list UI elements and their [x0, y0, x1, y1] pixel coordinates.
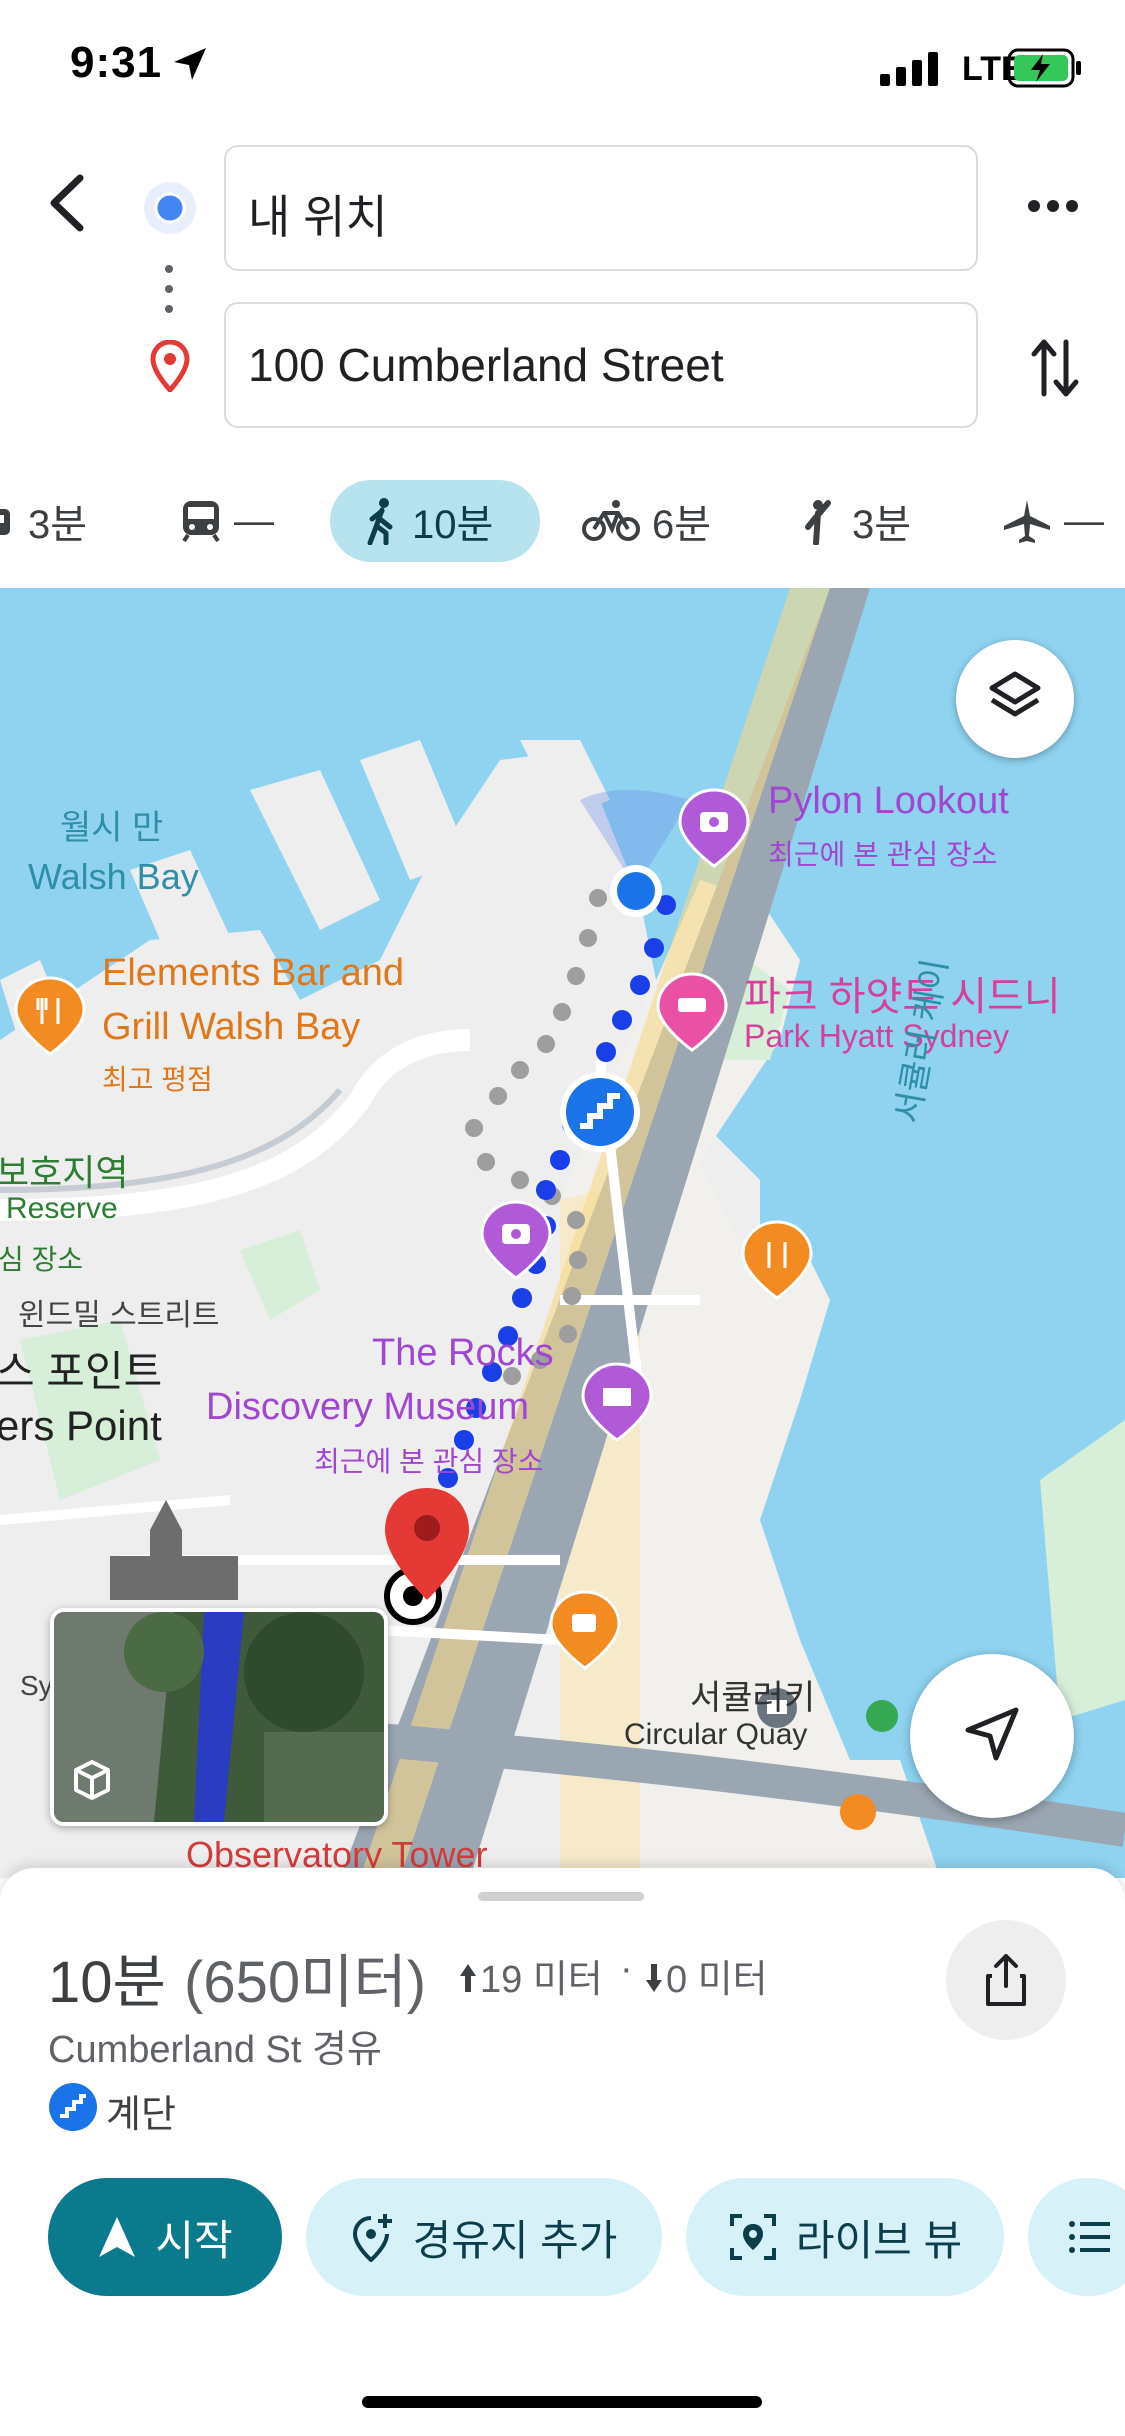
bike-icon: [582, 500, 640, 541]
ascent-arrow-icon: [460, 1964, 476, 1992]
destination-text: 100 Cumberland Street: [248, 339, 724, 391]
map-label-rocks-2: Discovery Museum: [206, 1386, 530, 1428]
map-label-park-hyatt-en: Park Hyatt Sydney: [744, 1018, 1009, 1054]
route-via: Cumberland St 경유: [48, 2029, 382, 2071]
map-label-pylon-sub: 최근에 본 관심 장소: [768, 839, 998, 870]
route-ascent: 19 미터: [480, 1959, 603, 2001]
signal-icon: [880, 52, 938, 86]
share-icon: [986, 1954, 1026, 2006]
map-label-walsh-bay-ko: 월시 만: [60, 809, 164, 847]
hail-icon: [805, 500, 831, 545]
share-button[interactable]: [946, 1920, 1066, 2040]
destination-pin-icon: [150, 340, 190, 392]
route-time: 10분: [48, 1950, 166, 2015]
route-distance: (650미터): [184, 1950, 427, 2015]
sheet-handle[interactable]: [478, 1892, 644, 1901]
more-options-icon[interactable]: [1026, 196, 1080, 216]
live-view-label: 라이브 뷰: [795, 2216, 963, 2264]
map-label-rocks-1[interactable]: The Rocks: [372, 1332, 554, 1375]
descent-arrow-icon: [646, 1964, 662, 1992]
layers-button[interactable]: [956, 640, 1074, 758]
mode-ride-label: 3분: [852, 503, 912, 547]
mode-bike[interactable]: 6분: [582, 480, 711, 562]
map-label-point-ko: 스 포인트: [0, 1348, 163, 1395]
add-stop-label: 경유지 추가: [412, 2216, 618, 2264]
cube-3d-icon: [74, 1760, 110, 1800]
route-dots-icon: [165, 265, 173, 313]
mode-transit-label: —: [234, 498, 274, 543]
battery-icon: [1007, 48, 1081, 88]
mode-walk-label: 10분: [412, 503, 494, 547]
map-label-rocks-sub: 최근에 본 관심 장소: [314, 1446, 544, 1477]
map-label-elements-1[interactable]: Elements Bar and: [102, 952, 404, 995]
map-label-walsh-bay-en: Walsh Bay: [28, 856, 199, 897]
map-view[interactable]: 월시 만 Walsh Bay Pylon Lookout 최근에 본 관심 장소…: [0, 588, 1125, 1878]
mode-walk[interactable]: 10분: [330, 480, 540, 562]
destination-field[interactable]: 100 Cumberland Street: [224, 302, 978, 428]
origin-field[interactable]: 내 위치: [224, 145, 978, 271]
home-indicator[interactable]: [362, 2396, 762, 2408]
mode-flight[interactable]: —: [1002, 480, 1104, 562]
list-icon: [1069, 2221, 1110, 2253]
map-label-reserve-ko: 보호지역: [0, 1152, 129, 1193]
route-separator: ·: [620, 1948, 633, 1990]
mode-flight-label: —: [1064, 498, 1104, 543]
map-label-reserve-en: Reserve: [6, 1192, 118, 1225]
status-time: 9:31: [70, 38, 163, 87]
start-label: 시작: [155, 2216, 233, 2264]
route-descent: 0 미터: [666, 1959, 768, 2001]
back-arrow-icon[interactable]: [40, 170, 96, 236]
map-label-windmill: 윈드밀 스트리트: [18, 1299, 220, 1332]
map-label-point-en: ers Point: [0, 1402, 162, 1449]
mode-ride[interactable]: 3분: [800, 480, 911, 562]
location-arrow-icon: [174, 48, 206, 80]
walk-icon: [367, 498, 393, 545]
route-warning: 계단: [106, 2094, 176, 2136]
car-icon: [0, 509, 10, 535]
stairs-icon: [49, 2083, 97, 2131]
map-label-elements-sub: 최고 평점: [102, 1064, 213, 1095]
street-view-thumbnail[interactable]: [50, 1608, 388, 1826]
live-view-icon: [729, 2214, 776, 2260]
mode-bike-label: 6분: [652, 503, 712, 547]
plane-icon: [1004, 500, 1050, 543]
add-stop-pin-icon: [352, 2214, 392, 2262]
live-view-button[interactable]: 라이브 뷰: [686, 2178, 1004, 2296]
navigation-arrow-icon: [965, 1707, 1019, 1761]
origin-dot-icon: [144, 182, 196, 234]
map-label-sy: Sy: [20, 1670, 53, 1701]
mode-transit[interactable]: —: [180, 480, 274, 562]
map-label-circular-ko: 서큘러키: [690, 1679, 816, 1717]
recenter-button[interactable]: [910, 1654, 1074, 1818]
add-stop-button[interactable]: 경유지 추가: [306, 2178, 662, 2296]
map-label-elements-2: Grill Walsh Bay: [102, 1006, 361, 1048]
train-icon: [182, 501, 220, 543]
navigation-icon: [99, 2217, 136, 2257]
mode-drive-label: 3분: [28, 503, 88, 547]
mode-drive[interactable]: 3분: [0, 480, 87, 562]
map-label-circular-en: Circular Quay: [624, 1718, 808, 1751]
layers-icon: [989, 671, 1041, 717]
start-button[interactable]: 시작: [48, 2178, 282, 2296]
map-label-pylon[interactable]: Pylon Lookout: [768, 780, 1009, 823]
map-label-reserve-sub: 심 장소: [0, 1244, 84, 1275]
origin-text: 내 위치: [248, 191, 388, 243]
swap-icon[interactable]: [1030, 336, 1080, 400]
